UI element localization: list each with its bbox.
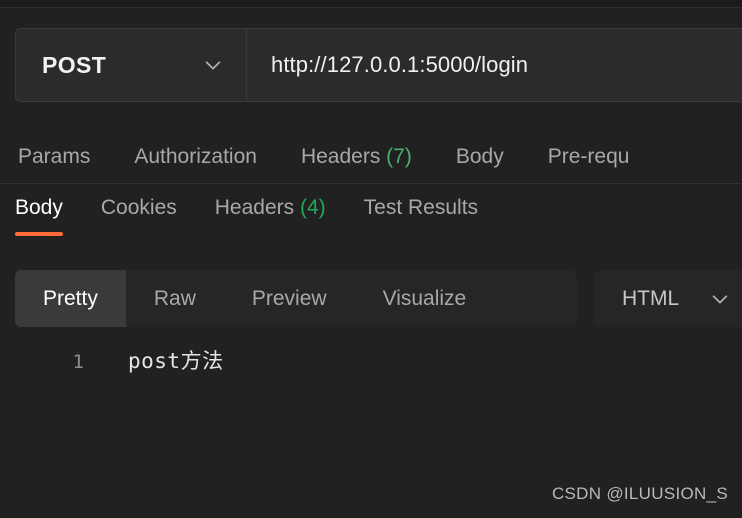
- request-response-divider: [0, 183, 742, 184]
- response-language-dropdown[interactable]: HTML: [594, 270, 742, 327]
- response-tab-body-label: Body: [15, 196, 63, 219]
- request-tabs: Params Authorization Headers (7) Body Pr…: [0, 130, 742, 183]
- request-tab-headers-label: Headers: [300, 144, 381, 168]
- top-strip-divider: [0, 7, 742, 8]
- response-tab-headers-count: (4): [299, 196, 326, 219]
- format-button-pretty[interactable]: Pretty: [15, 270, 126, 327]
- http-method-dropdown[interactable]: POST: [16, 29, 247, 101]
- request-tab-body-label: Body: [455, 144, 504, 168]
- request-tab-headers-count: (7): [386, 144, 412, 168]
- response-tab-test-results-label: Test Results: [363, 196, 479, 219]
- request-tab-authorization-label: Authorization: [134, 144, 257, 168]
- format-button-pretty-label: Pretty: [43, 286, 98, 310]
- format-button-raw-label: Raw: [153, 286, 196, 310]
- response-tab-headers[interactable]: Headers (4): [215, 196, 326, 236]
- url-input[interactable]: http://127.0.0.1:5000/login: [247, 29, 742, 101]
- response-tab-body[interactable]: Body: [15, 196, 63, 236]
- format-button-raw[interactable]: Raw: [126, 270, 224, 327]
- chevron-down-icon: [709, 288, 731, 310]
- response-tabs: Body Cookies Headers (4) Test Results: [0, 196, 742, 246]
- watermark: CSDN @ILUUSION_S: [551, 484, 728, 503]
- url-input-value: http://127.0.0.1:5000/login: [271, 52, 529, 77]
- response-tab-cookies[interactable]: Cookies: [101, 196, 177, 236]
- request-tab-params[interactable]: Params: [18, 145, 90, 169]
- response-format-toolbar: Pretty Raw Preview Visualize: [15, 270, 577, 327]
- format-button-visualize-label: Visualize: [382, 286, 467, 310]
- response-language-label: HTML: [622, 286, 680, 310]
- response-tab-cookies-label: Cookies: [100, 196, 177, 219]
- line-content: post方法: [128, 349, 224, 373]
- format-button-preview-label: Preview: [251, 286, 327, 310]
- request-tab-pre-request-script[interactable]: Pre-requ: [548, 145, 630, 169]
- chevron-down-icon: [202, 54, 224, 76]
- format-button-preview[interactable]: Preview: [224, 270, 355, 327]
- response-body-viewer[interactable]: 1 post方法: [0, 345, 742, 475]
- window-top-strip: [0, 0, 742, 7]
- request-tab-headers[interactable]: Headers (7): [301, 145, 412, 169]
- request-tab-params-label: Params: [18, 144, 91, 168]
- code-line: 1 post方法: [0, 345, 742, 379]
- response-tab-test-results[interactable]: Test Results: [364, 196, 478, 236]
- http-method-label: POST: [42, 51, 107, 78]
- line-number: 1: [72, 351, 84, 373]
- request-tab-authorization[interactable]: Authorization: [134, 145, 257, 169]
- response-tab-headers-label: Headers: [214, 196, 295, 219]
- request-tab-pre-request-script-label: Pre-requ: [547, 144, 630, 168]
- request-url-bar: POST http://127.0.0.1:5000/login: [15, 28, 742, 102]
- format-button-visualize[interactable]: Visualize: [355, 270, 495, 327]
- request-tab-body[interactable]: Body: [456, 145, 504, 169]
